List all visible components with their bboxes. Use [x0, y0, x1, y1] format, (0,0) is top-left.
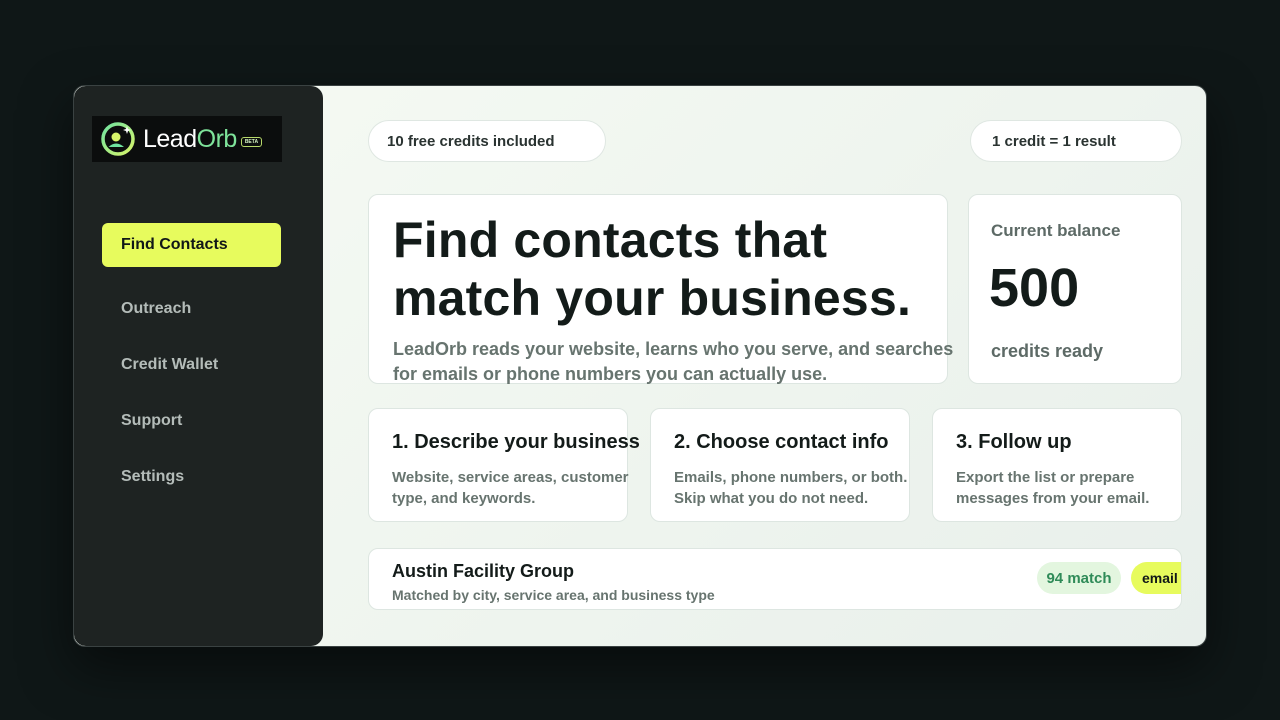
step-description: Website, service areas, customer type, a…	[392, 469, 629, 507]
step-title: 1. Describe your business	[392, 431, 640, 453]
step-title: 3. Follow up	[956, 431, 1072, 453]
balance-unit: credits ready	[991, 341, 1104, 361]
result-match-reason: Matched by city, service area, and busin…	[392, 587, 715, 603]
sidebar: LeadOrb BETA Find Contacts Outreach Cred…	[74, 86, 323, 646]
sidebar-item-support[interactable]: Support	[102, 399, 281, 443]
balance-label: Current balance	[991, 221, 1121, 240]
result-row[interactable]: Austin Facility Group Matched by city, s…	[368, 548, 1182, 610]
step-title: 2. Choose contact info	[674, 431, 889, 453]
sidebar-item-find-contacts[interactable]: Find Contacts	[102, 223, 281, 267]
result-company-name: Austin Facility Group	[392, 561, 575, 581]
beta-badge: BETA	[240, 137, 263, 147]
balance-value: 500	[989, 258, 1080, 318]
sidebar-item-settings[interactable]: Settings	[102, 455, 281, 499]
logo-lead-text: Lead	[143, 124, 197, 153]
hero-card: Find contacts that match your business. …	[368, 194, 953, 384]
credit-rate-pill: 1 credit = 1 result	[970, 120, 1182, 162]
sidebar-item-outreach[interactable]: Outreach	[102, 287, 281, 331]
step-card-follow-up: 3. Follow up Export the list or prepare …	[932, 408, 1182, 522]
hero-subtitle: LeadOrb reads your website, learns who y…	[393, 339, 954, 384]
app-window: LeadOrb BETA Find Contacts Outreach Cred…	[73, 85, 1207, 647]
step-description: Emails, phone numbers, or both. Skip wha…	[674, 469, 908, 507]
contact-type-badge: email	[1131, 562, 1181, 594]
logo-wordmark: LeadOrb	[143, 125, 237, 154]
free-credits-pill: 10 free credits included	[368, 120, 606, 162]
orb-logo-icon	[101, 122, 135, 156]
step-card-choose: 2. Choose contact info Emails, phone num…	[650, 408, 910, 522]
step-card-describe: 1. Describe your business Website, servi…	[368, 408, 640, 522]
logo-orb-text: Orb	[196, 124, 238, 153]
page-title: Find contacts that match your business.	[393, 212, 912, 326]
balance-card: Current balance 500 credits ready	[968, 194, 1182, 384]
sidebar-item-credit-wallet[interactable]: Credit Wallet	[102, 343, 281, 387]
logo[interactable]: LeadOrb BETA	[92, 116, 282, 162]
step-description: Export the list or prepare messages from…	[956, 469, 1150, 507]
match-score-badge: 94 match	[1037, 562, 1121, 594]
